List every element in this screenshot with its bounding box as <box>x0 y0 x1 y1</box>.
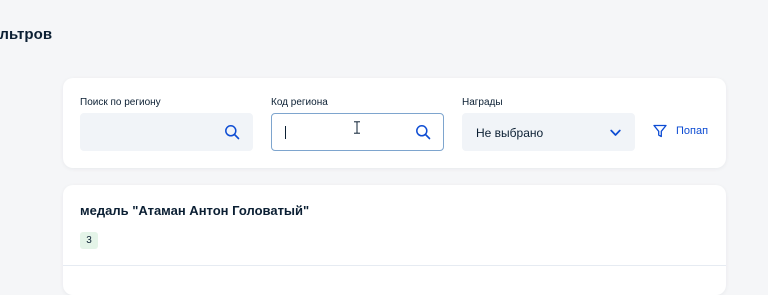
chevron-down-icon[interactable] <box>610 129 621 137</box>
divider <box>63 265 726 266</box>
region-code-box[interactable] <box>271 113 444 151</box>
search-icon[interactable] <box>224 124 240 140</box>
region-code-input[interactable] <box>272 114 432 150</box>
page-title: ильтров <box>0 26 53 43</box>
result-title: медаль "Атаман Антон Головатый" <box>80 203 310 218</box>
text-cursor-icon <box>354 121 360 134</box>
popular-filter-button[interactable]: Попап <box>653 122 708 140</box>
search-icon[interactable] <box>415 124 431 140</box>
result-count-badge: 3 <box>80 232 98 249</box>
popular-filter-label: Попап <box>676 125 709 137</box>
awards-select-value: Не выбрано <box>476 126 544 140</box>
region-search-input[interactable] <box>81 114 241 150</box>
region-search-label: Поиск по региону <box>80 97 161 108</box>
result-card: медаль "Атаман Антон Головатый" 3 <box>63 185 726 295</box>
funnel-icon <box>653 124 667 138</box>
region-search-box[interactable] <box>80 113 253 151</box>
awards-select[interactable]: Не выбрано <box>462 113 635 151</box>
region-code-label: Код региона <box>271 97 328 108</box>
text-caret <box>285 126 286 139</box>
filter-panel: Поиск по региону Код региона Награды Не … <box>63 78 726 168</box>
awards-label: Награды <box>462 97 503 108</box>
